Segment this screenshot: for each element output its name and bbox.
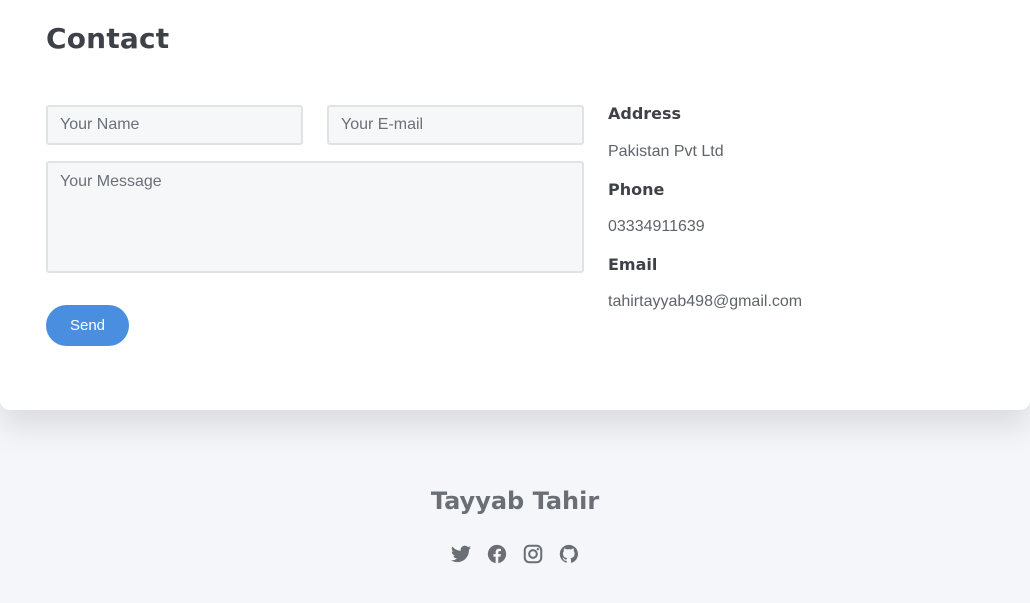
email-value: tahirtayyab498@gmail.com — [608, 293, 803, 310]
email-input[interactable] — [327, 105, 584, 145]
github-icon[interactable] — [558, 543, 580, 565]
address-value: Pakistan Pvt Ltd — [608, 143, 724, 160]
address-label: Address — [608, 104, 682, 123]
social-links — [0, 543, 1030, 565]
facebook-icon[interactable] — [486, 543, 508, 565]
twitter-icon[interactable] — [450, 543, 472, 565]
instagram-icon[interactable] — [522, 543, 544, 565]
page-title: Contact — [46, 22, 170, 55]
phone-value: 03334911639 — [608, 218, 705, 235]
footer-name: Tayyab Tahir — [430, 487, 600, 515]
phone-label: Phone — [608, 180, 665, 199]
email-label: Email — [608, 255, 658, 274]
message-textarea[interactable] — [46, 161, 584, 273]
send-button[interactable]: Send — [46, 305, 129, 346]
name-input[interactable] — [46, 105, 303, 145]
contact-card: Contact Send Address Pakistan Pvt Ltd Ph… — [0, 0, 1030, 410]
